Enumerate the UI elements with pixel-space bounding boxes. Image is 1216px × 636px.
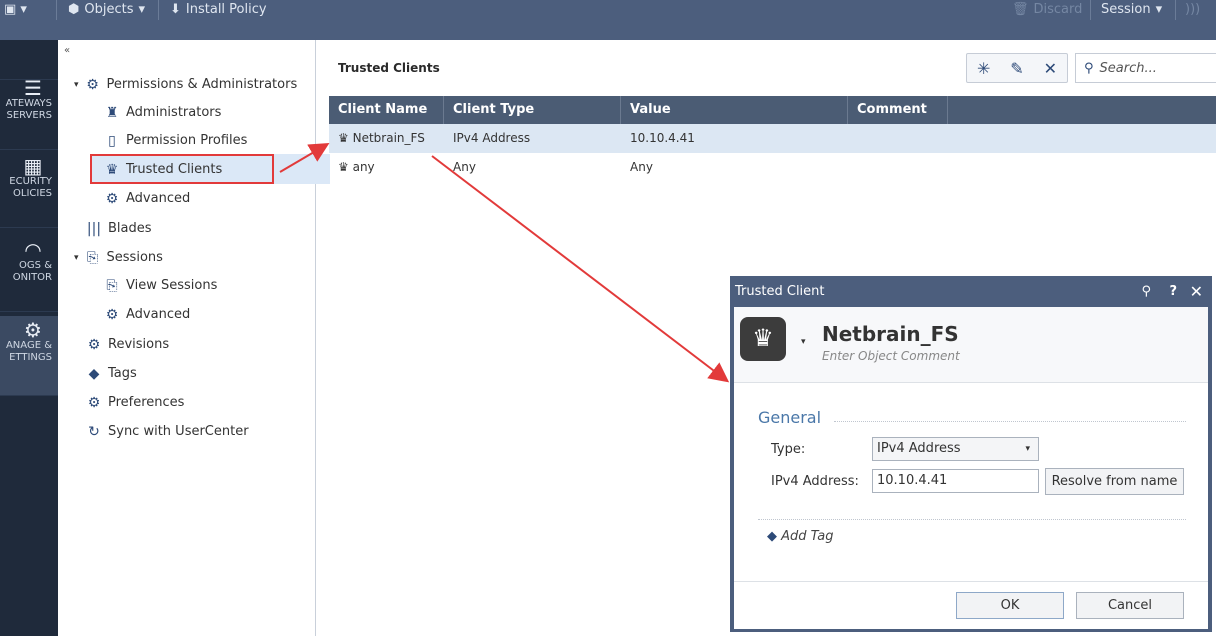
annotation-arrow xyxy=(431,155,730,383)
annotation-arrows xyxy=(279,142,730,383)
annotation-arrow xyxy=(279,142,330,173)
